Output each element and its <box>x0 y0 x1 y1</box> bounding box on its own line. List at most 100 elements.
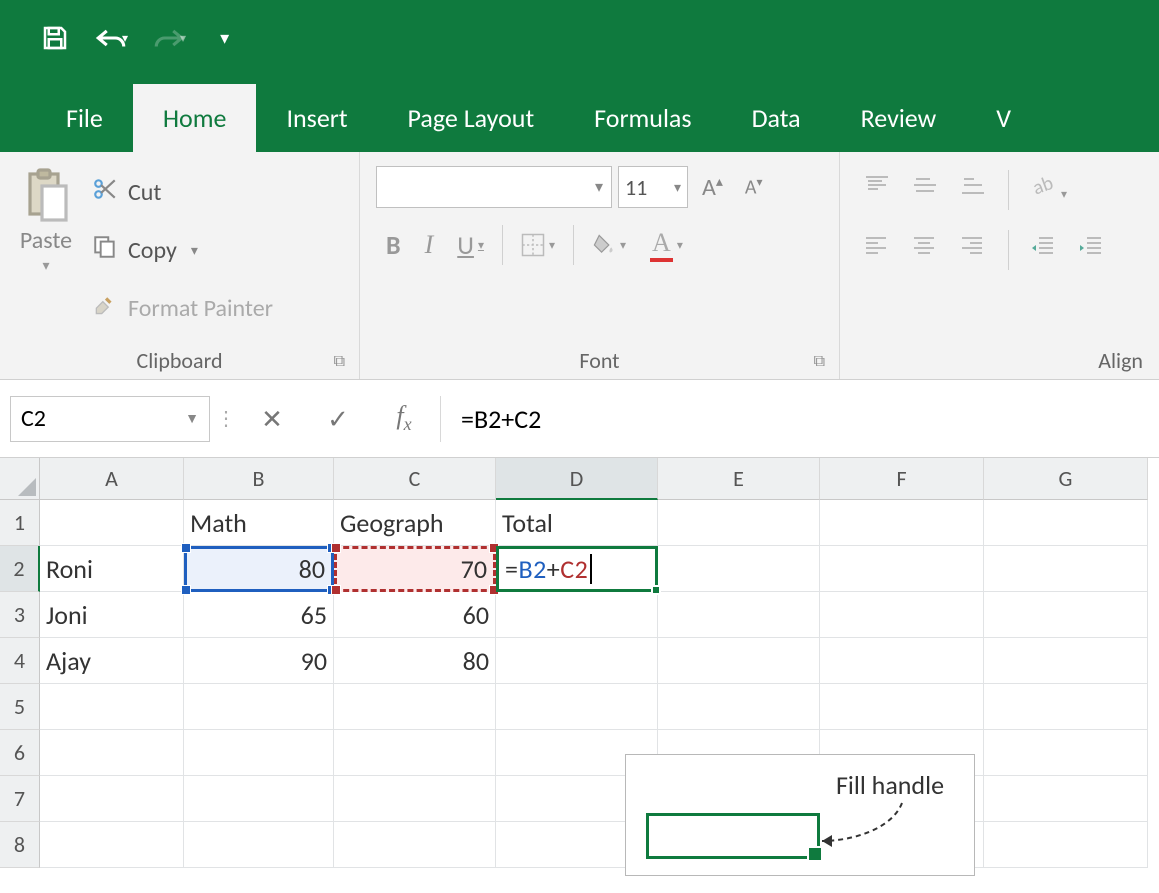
save-button[interactable] <box>40 23 70 53</box>
cell-F1[interactable] <box>820 500 984 546</box>
align-bottom-button[interactable] <box>956 170 990 210</box>
font-name-dropdown[interactable]: ▾ <box>376 166 612 208</box>
tab-file[interactable]: File <box>36 84 133 152</box>
tab-formulas[interactable]: Formulas <box>564 84 721 152</box>
cell-C2[interactable]: 70 <box>334 546 496 592</box>
tab-view-partial[interactable]: V <box>966 84 1041 152</box>
name-box[interactable]: C2 ▼ <box>10 396 210 442</box>
decrease-indent-button[interactable] <box>1027 230 1061 270</box>
cell-C8[interactable] <box>334 822 496 868</box>
cell-G5[interactable] <box>984 684 1148 730</box>
align-middle-button[interactable] <box>908 170 942 210</box>
formula-input[interactable]: =B2+C2 <box>440 396 1149 442</box>
cell-G6[interactable] <box>984 730 1148 776</box>
cell-C5[interactable] <box>334 684 496 730</box>
column-header-A[interactable]: A <box>40 458 184 500</box>
clipboard-dialog-launcher-icon[interactable]: ⧉ <box>334 352 345 371</box>
cell-B4[interactable]: 90 <box>184 638 334 684</box>
cut-button[interactable]: Cut <box>90 176 273 208</box>
row-header-2[interactable]: 2 <box>0 546 40 592</box>
align-left-button[interactable] <box>860 230 894 270</box>
column-header-F[interactable]: F <box>820 458 984 500</box>
cell-C1[interactable]: Geograph <box>334 500 496 546</box>
paste-dropdown[interactable]: ▾ <box>42 257 49 274</box>
row-header-8[interactable]: 8 <box>0 822 40 868</box>
column-header-E[interactable]: E <box>658 458 820 500</box>
cell-E2[interactable] <box>658 546 820 592</box>
cell-B7[interactable] <box>184 776 334 822</box>
cell-A2[interactable]: Roni <box>40 546 184 592</box>
fill-color-button[interactable]: ▾ <box>582 229 636 261</box>
select-all-corner[interactable] <box>0 458 40 500</box>
cell-C6[interactable] <box>334 730 496 776</box>
underline-button[interactable]: U ▾ <box>447 225 494 265</box>
enter-formula-button[interactable]: ✓ <box>308 403 368 435</box>
cell-B5[interactable] <box>184 684 334 730</box>
cell-F5[interactable] <box>820 684 984 730</box>
cell-B6[interactable] <box>184 730 334 776</box>
cell-E5[interactable] <box>658 684 820 730</box>
cell-F4[interactable] <box>820 638 984 684</box>
column-header-B[interactable]: B <box>184 458 334 500</box>
customize-qat-dropdown[interactable]: ▾ <box>220 27 229 49</box>
cell-D3[interactable] <box>496 592 658 638</box>
row-header-3[interactable]: 3 <box>0 592 40 638</box>
cell-B2[interactable]: 80 <box>184 546 334 592</box>
orientation-button[interactable]: ab▾ <box>1027 170 1071 210</box>
tab-data[interactable]: Data <box>722 84 831 152</box>
cell-G7[interactable] <box>984 776 1148 822</box>
cell-D4[interactable] <box>496 638 658 684</box>
paste-icon[interactable] <box>18 166 74 226</box>
cell-G2[interactable] <box>984 546 1148 592</box>
cell-A7[interactable] <box>40 776 184 822</box>
cell-A3[interactable]: Joni <box>40 592 184 638</box>
cell-C4[interactable]: 80 <box>334 638 496 684</box>
font-dialog-launcher-icon[interactable]: ⧉ <box>814 352 825 371</box>
tab-insert[interactable]: Insert <box>256 84 377 152</box>
cell-A8[interactable] <box>40 822 184 868</box>
italic-button[interactable]: I <box>415 226 444 264</box>
cell-D2[interactable]: =B2+C2 <box>496 546 658 592</box>
row-header-5[interactable]: 5 <box>0 684 40 730</box>
cell-A6[interactable] <box>40 730 184 776</box>
cell-E1[interactable] <box>658 500 820 546</box>
font-size-dropdown[interactable]: 11▾ <box>618 166 688 208</box>
cell-B8[interactable] <box>184 822 334 868</box>
name-box-dropdown-icon[interactable]: ▼ <box>185 410 199 427</box>
cell-G8[interactable] <box>984 822 1148 868</box>
fill-handle[interactable] <box>651 585 661 595</box>
borders-button[interactable]: ▾ <box>511 229 565 261</box>
increase-indent-button[interactable] <box>1075 230 1109 270</box>
tab-review[interactable]: Review <box>831 84 967 152</box>
cell-G4[interactable] <box>984 638 1148 684</box>
column-header-C[interactable]: C <box>334 458 496 500</box>
cell-F2[interactable] <box>820 546 984 592</box>
redo-dropdown[interactable]: ▾ <box>180 31 186 46</box>
paste-button[interactable]: Paste <box>20 226 72 255</box>
align-center-button[interactable] <box>908 230 942 270</box>
align-right-button[interactable] <box>956 230 990 270</box>
cell-D1[interactable]: Total <box>496 500 658 546</box>
cell-B1[interactable]: Math <box>184 500 334 546</box>
format-painter-button[interactable]: Format Painter <box>90 293 273 325</box>
cell-E4[interactable] <box>658 638 820 684</box>
row-header-1[interactable]: 1 <box>0 500 40 546</box>
cell-B3[interactable]: 65 <box>184 592 334 638</box>
cell-G1[interactable] <box>984 500 1148 546</box>
insert-function-button[interactable]: fx <box>374 401 434 435</box>
cell-A4[interactable]: Ajay <box>40 638 184 684</box>
tab-page-layout[interactable]: Page Layout <box>378 84 565 152</box>
cell-F3[interactable] <box>820 592 984 638</box>
column-header-D[interactable]: D <box>496 458 658 500</box>
cancel-formula-button[interactable]: ✕ <box>242 403 302 435</box>
column-header-G[interactable]: G <box>984 458 1148 500</box>
copy-button[interactable]: Copy ▾ <box>90 234 273 266</box>
align-top-button[interactable] <box>860 170 894 210</box>
copy-dropdown[interactable]: ▾ <box>191 242 198 259</box>
cell-D5[interactable] <box>496 684 658 730</box>
shrink-font-button[interactable]: A▾ <box>737 175 771 200</box>
cell-A1[interactable] <box>40 500 184 546</box>
row-header-7[interactable]: 7 <box>0 776 40 822</box>
cell-G3[interactable] <box>984 592 1148 638</box>
row-header-6[interactable]: 6 <box>0 730 40 776</box>
